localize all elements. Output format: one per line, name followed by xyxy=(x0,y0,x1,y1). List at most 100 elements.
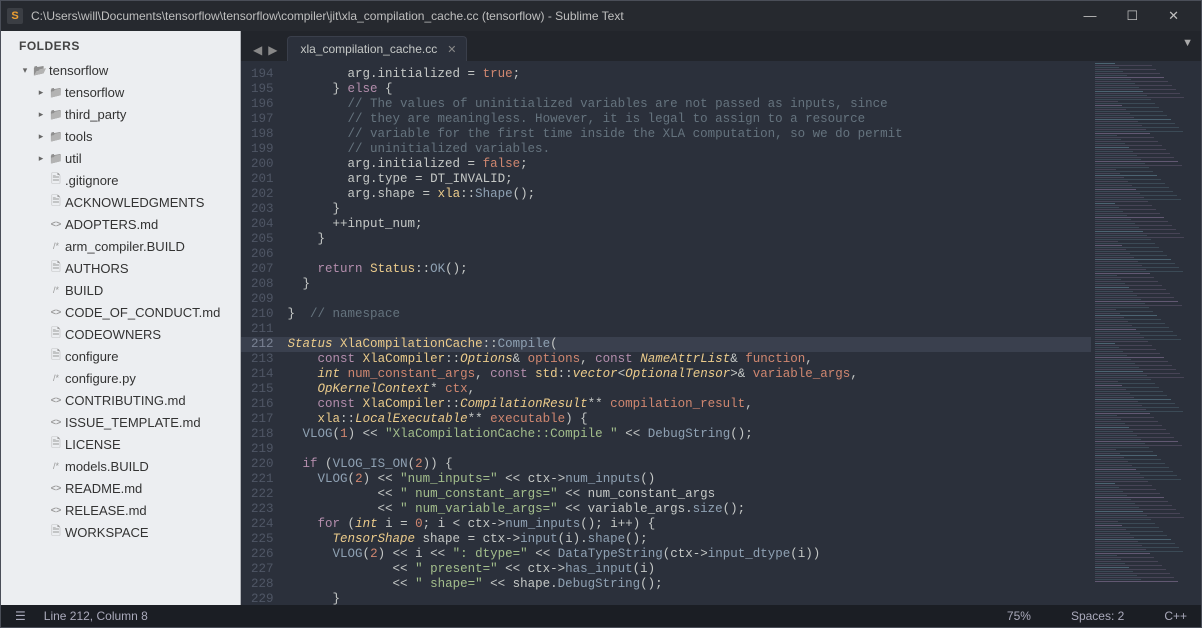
line-number[interactable]: 216 xyxy=(251,397,274,412)
sidebar[interactable]: FOLDERS ▾ tensorflow ▸tensorflow▸third_p… xyxy=(1,31,241,605)
code-line[interactable] xyxy=(288,442,1091,457)
tree-folder[interactable]: ▸third_party xyxy=(5,103,236,125)
line-number[interactable]: 222 xyxy=(251,487,274,502)
tree-file[interactable]: ADOPTERS.md xyxy=(5,213,236,235)
disclosure-triangle-icon[interactable]: ▸ xyxy=(35,109,47,120)
code-line[interactable]: arg.shape = xla::Shape(); xyxy=(288,187,1091,202)
code-line[interactable]: << " present=" << ctx->has_input(i) xyxy=(288,562,1091,577)
code-line[interactable]: } // namespace xyxy=(288,307,1091,322)
disclosure-triangle-icon[interactable]: ▸ xyxy=(35,153,47,164)
line-number[interactable]: 200 xyxy=(251,157,274,172)
line-number[interactable]: 201 xyxy=(251,172,274,187)
tree-file[interactable]: configure.py xyxy=(5,367,236,389)
code-line[interactable]: // variable for the first time inside th… xyxy=(288,127,1091,142)
line-number[interactable]: 202 xyxy=(251,187,274,202)
line-number[interactable]: 217 xyxy=(251,412,274,427)
code-line[interactable]: if (VLOG_IS_ON(2)) { xyxy=(288,457,1091,472)
line-number[interactable]: 197 xyxy=(251,112,274,127)
code-line[interactable]: TensorShape shape = ctx->input(i).shape(… xyxy=(288,532,1091,547)
line-number[interactable]: 196 xyxy=(251,97,274,112)
code-line[interactable]: const XlaCompiler::Options& options, con… xyxy=(288,352,1091,367)
tree-file[interactable]: CODE_OF_CONDUCT.md xyxy=(5,301,236,323)
code-editor[interactable]: 1941951961971981992002012022032042052062… xyxy=(241,61,1201,605)
code-line[interactable]: VLOG(1) << "XlaCompilationCache::Compile… xyxy=(288,427,1091,442)
code-line[interactable]: // The values of uninitialized variables… xyxy=(288,97,1091,112)
line-number[interactable]: 208 xyxy=(251,277,274,292)
tree-file[interactable]: configure xyxy=(5,345,236,367)
tree-file[interactable]: .gitignore xyxy=(5,169,236,191)
nav-back-icon[interactable]: ◀ xyxy=(253,43,262,57)
code-line[interactable]: arg.type = DT_INVALID; xyxy=(288,172,1091,187)
code-line[interactable] xyxy=(288,322,1091,337)
maximize-button[interactable]: ☐ xyxy=(1120,8,1144,24)
tree-file[interactable]: WORKSPACE xyxy=(5,521,236,543)
code-line[interactable]: OpKernelContext* ctx, xyxy=(288,382,1091,397)
code-line[interactable]: arg.initialized = true; xyxy=(288,67,1091,82)
line-number[interactable]: 226 xyxy=(251,547,274,562)
code-line[interactable]: << " num_constant_args=" << num_constant… xyxy=(288,487,1091,502)
code-line[interactable]: const XlaCompiler::CompilationResult** c… xyxy=(288,397,1091,412)
code-line[interactable]: // uninitialized variables. xyxy=(288,142,1091,157)
tree-file[interactable]: ACKNOWLEDGMENTS xyxy=(5,191,236,213)
tree-file[interactable]: CONTRIBUTING.md xyxy=(5,389,236,411)
line-number[interactable]: 215 xyxy=(251,382,274,397)
tree-file[interactable]: arm_compiler.BUILD xyxy=(5,235,236,257)
tree-file[interactable]: CODEOWNERS xyxy=(5,323,236,345)
disclosure-triangle-icon[interactable]: ▸ xyxy=(35,131,47,142)
disclosure-triangle-icon[interactable]: ▾ xyxy=(19,65,31,76)
code-line[interactable]: VLOG(2) << "num_inputs=" << ctx->num_inp… xyxy=(288,472,1091,487)
line-number[interactable]: 204 xyxy=(251,217,274,232)
tree-file[interactable]: models.BUILD xyxy=(5,455,236,477)
tree-folder[interactable]: ▸util xyxy=(5,147,236,169)
line-number[interactable]: 211 xyxy=(251,322,274,337)
line-number[interactable]: 212 xyxy=(241,337,288,352)
line-number[interactable]: 224 xyxy=(251,517,274,532)
line-number[interactable]: 220 xyxy=(251,457,274,472)
tree-file[interactable]: RELEASE.md xyxy=(5,499,236,521)
tree-folder-root[interactable]: ▾ tensorflow xyxy=(5,59,236,81)
line-number[interactable]: 229 xyxy=(251,592,274,605)
line-number[interactable]: 207 xyxy=(251,262,274,277)
code-line[interactable]: VLOG(2) << i << ": dtype=" << DataTypeSt… xyxy=(288,547,1091,562)
code-line[interactable]: arg.initialized = false; xyxy=(288,157,1091,172)
code-line[interactable]: return Status::OK(); xyxy=(288,262,1091,277)
cursor-position[interactable]: Line 212, Column 8 xyxy=(44,609,148,623)
line-number[interactable]: 195 xyxy=(251,82,274,97)
code-line[interactable]: for (int i = 0; i < ctx->num_inputs(); i… xyxy=(288,517,1091,532)
code-line[interactable]: } else { xyxy=(288,82,1091,97)
code-line[interactable] xyxy=(288,292,1091,307)
line-number[interactable]: 210 xyxy=(251,307,274,322)
menu-icon[interactable]: ☰ xyxy=(15,609,26,623)
line-number[interactable]: 221 xyxy=(251,472,274,487)
code-line[interactable]: } xyxy=(288,277,1091,292)
line-number[interactable]: 199 xyxy=(251,142,274,157)
line-number[interactable]: 214 xyxy=(251,367,274,382)
line-number[interactable]: 205 xyxy=(251,232,274,247)
zoom-level[interactable]: 75% xyxy=(1007,609,1031,623)
line-number[interactable]: 219 xyxy=(251,442,274,457)
tree-folder[interactable]: ▸tensorflow xyxy=(5,81,236,103)
code-line[interactable]: << " num_variable_args=" << variable_arg… xyxy=(288,502,1091,517)
line-number[interactable]: 198 xyxy=(251,127,274,142)
code-line[interactable]: // they are meaningless. However, it is … xyxy=(288,112,1091,127)
line-number[interactable]: 194 xyxy=(251,67,274,82)
line-number[interactable]: 209 xyxy=(251,292,274,307)
tab-close-icon[interactable]: ✕ xyxy=(447,43,456,56)
line-number[interactable]: 203 xyxy=(251,202,274,217)
line-number[interactable]: 227 xyxy=(251,562,274,577)
code-line[interactable]: } xyxy=(288,202,1091,217)
line-number[interactable]: 223 xyxy=(251,502,274,517)
language-mode[interactable]: C++ xyxy=(1164,609,1187,623)
nav-forward-icon[interactable]: ▶ xyxy=(268,43,277,57)
line-number[interactable]: 225 xyxy=(251,532,274,547)
tree-file[interactable]: AUTHORS xyxy=(5,257,236,279)
code-line[interactable]: Status XlaCompilationCache::Compile( xyxy=(288,337,1091,352)
tab-dropdown-icon[interactable]: ▼ xyxy=(1182,37,1193,49)
line-number-gutter[interactable]: 1941951961971981992002012022032042052062… xyxy=(241,61,288,605)
tree-file[interactable]: ISSUE_TEMPLATE.md xyxy=(5,411,236,433)
code-line[interactable]: } xyxy=(288,592,1091,605)
minimap[interactable] xyxy=(1091,61,1201,605)
line-number[interactable]: 206 xyxy=(251,247,274,262)
tree-file[interactable]: README.md xyxy=(5,477,236,499)
code-line[interactable]: xla::LocalExecutable** executable) { xyxy=(288,412,1091,427)
